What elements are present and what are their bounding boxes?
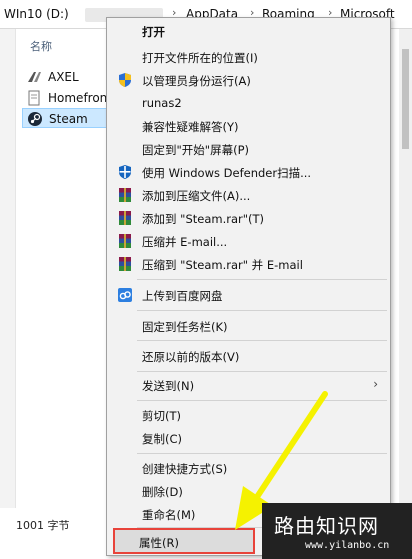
file-name: Homefron <box>48 91 108 105</box>
navigation-pane[interactable] <box>0 29 16 529</box>
winrar-icon <box>119 188 131 202</box>
menu-separator <box>137 340 387 341</box>
menu-separator <box>137 279 387 280</box>
menu-item-open-file-location[interactable]: 打开文件所在的位置(I) <box>109 46 388 68</box>
menu-item-pin-to-start[interactable]: 固定到"开始"屏幕(P) <box>109 138 388 160</box>
winrar-icon <box>119 257 131 271</box>
column-header-name[interactable]: 名称 <box>30 38 52 54</box>
properties-label: 属性(R) <box>139 536 179 550</box>
menu-item-pin-to-taskbar[interactable]: 固定到任务栏(K) <box>109 315 388 337</box>
winrar-icon <box>119 234 131 248</box>
app-icon <box>28 72 41 82</box>
shield-icon <box>119 73 131 87</box>
menu-item-add-to-archive[interactable]: 添加到压缩文件(A)... <box>109 184 388 206</box>
menu-item-defender-scan[interactable]: 使用 Windows Defender扫描... <box>109 161 388 183</box>
breadcrumb-drive[interactable]: WIn10 (D:) <box>4 7 69 21</box>
status-size-text: 1001 字节 <box>16 519 70 532</box>
file-list[interactable]: 名称 AXEL Homefron Steam <box>16 29 122 529</box>
document-icon <box>28 90 40 106</box>
menu-item-restore-previous[interactable]: 还原以前的版本(V) <box>109 345 388 367</box>
vertical-scrollbar[interactable] <box>399 29 412 529</box>
file-name: AXEL <box>48 70 79 84</box>
menu-separator <box>137 310 387 311</box>
menu-item-upload-baidu[interactable]: 上传到百度网盘 <box>109 284 388 306</box>
menu-item-compat-troubleshoot[interactable]: 兼容性疑难解答(Y) <box>109 115 388 137</box>
menu-item-add-to-steam-rar[interactable]: 添加到 "Steam.rar"(T) <box>109 207 388 229</box>
menu-item-runas2[interactable]: runas2 <box>109 92 388 114</box>
menu-separator <box>137 371 387 372</box>
chevron-right-icon: › <box>373 377 378 391</box>
menu-item-compress-email[interactable]: 压缩并 E-mail... <box>109 230 388 252</box>
menu-item-open[interactable]: 打开 <box>109 20 388 42</box>
scrollbar-thumb[interactable] <box>402 49 409 149</box>
menu-item-compress-steam-rar-email[interactable]: 压缩到 "Steam.rar" 并 E-mail <box>109 253 388 275</box>
steam-icon <box>28 112 42 126</box>
defender-icon <box>119 165 131 179</box>
watermark-logo: 路由知识网 www.yilanbo.cn <box>262 503 412 559</box>
winrar-icon <box>119 211 131 225</box>
watermark-title: 路由知识网 <box>274 514 379 538</box>
menu-item-run-as-admin[interactable]: 以管理员身份运行(A) <box>109 69 388 91</box>
baidu-cloud-icon <box>118 288 132 302</box>
file-name: Steam <box>49 112 88 126</box>
watermark-url: www.yilanbo.cn <box>305 540 390 551</box>
